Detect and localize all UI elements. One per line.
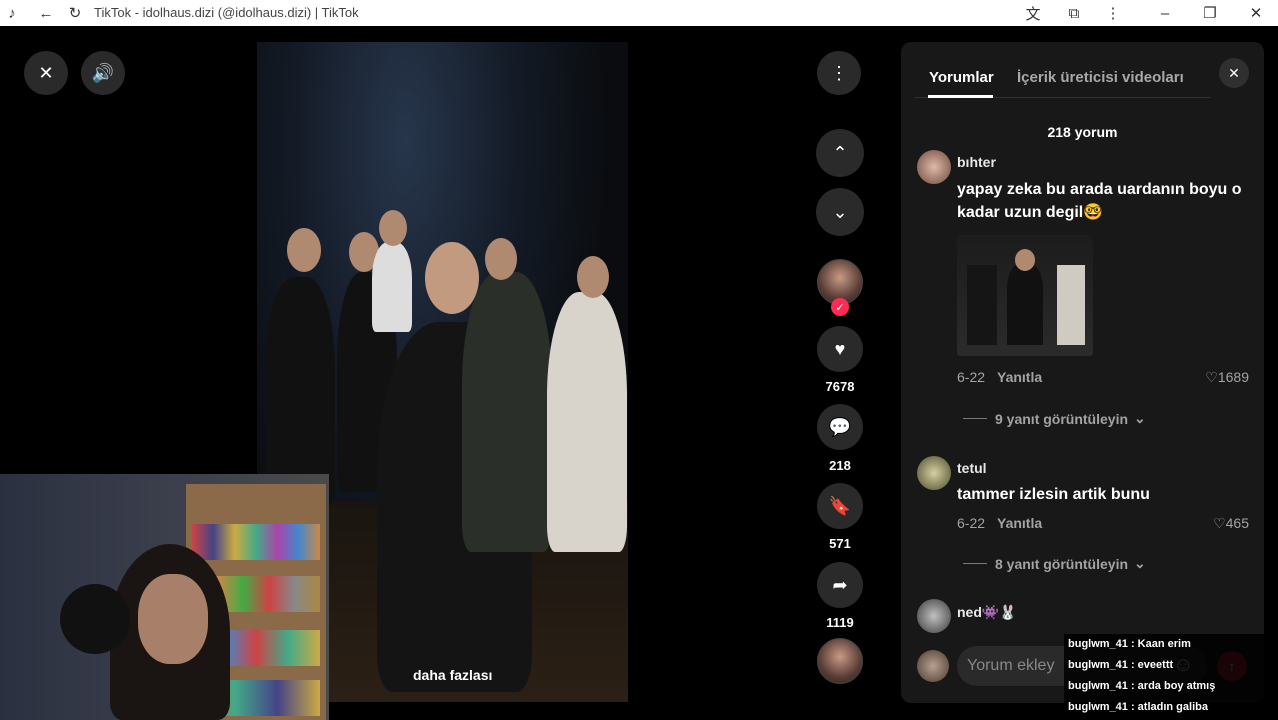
more-options-button[interactable]: ⋮ <box>817 51 861 95</box>
comment-image[interactable] <box>957 235 1093 356</box>
tab-creator-videos[interactable]: İçerik üreticisi videoları <box>1017 69 1184 86</box>
divider-line <box>963 563 987 564</box>
reply-button[interactable]: Yanıtla <box>997 515 1042 531</box>
webcam-overlay <box>0 474 329 720</box>
extensions-icon[interactable]: ⧉ <box>1064 3 1084 23</box>
comment-username[interactable]: ned👾🐰 <box>957 604 1017 621</box>
chat-message: buglwm_41 : eveettt <box>1068 659 1174 671</box>
video-person <box>547 292 627 552</box>
comment-avatar[interactable] <box>917 456 951 490</box>
video-head <box>425 242 479 314</box>
comment-date: 6-22 <box>957 369 986 385</box>
follow-check-icon[interactable]: ✓ <box>831 298 849 316</box>
comment-text: tammer izlesin artik bunu <box>957 486 1150 503</box>
save-count: 571 <box>829 536 851 551</box>
tiktok-logo-icon: ♪ <box>8 4 16 22</box>
comment-text: kadar uzun degil🤓 <box>957 204 1104 221</box>
share-count: 1119 <box>826 615 854 630</box>
view-replies-button[interactable]: 8 yanıt görüntüleyin ⌄ <box>963 555 1146 572</box>
comment-count-heading: 218 yorum <box>1047 124 1118 140</box>
comment-date: 6-22 <box>957 515 986 531</box>
comment-username[interactable]: bıhter <box>957 154 996 170</box>
comment-text: yapay zeka bu arada uardanın boyu o <box>957 181 1242 198</box>
back-arrow-icon[interactable]: ← <box>36 3 56 23</box>
comments-panel: Yorumlar İçerik üreticisi videoları ✕ 21… <box>901 42 1264 703</box>
close-panel-button[interactable]: ✕ <box>1219 58 1249 88</box>
video-head <box>577 256 609 298</box>
chat-message: buglwm_41 : atladın galiba <box>1068 701 1208 713</box>
previous-video-button[interactable]: ⌃ <box>816 129 864 177</box>
comment-username[interactable]: tetul <box>957 460 987 476</box>
video-person <box>265 277 335 507</box>
minimize-icon[interactable]: – <box>1155 3 1175 23</box>
reply-button[interactable]: Yanıtla <box>997 369 1042 385</box>
comment-avatar[interactable] <box>917 150 951 184</box>
close-video-button[interactable]: ✕ <box>24 51 68 95</box>
video-head <box>379 210 407 246</box>
microphone <box>60 584 130 654</box>
my-avatar <box>917 650 949 682</box>
view-replies-label: 9 yanıt görüntüleyin <box>995 410 1129 427</box>
stream-chat: buglwm_41 : Kaan erim buglwm_41 : eveett… <box>1064 634 1264 718</box>
like-number: 465 <box>1225 515 1249 531</box>
more-label[interactable]: daha fazlası <box>413 667 492 683</box>
like-number: 1689 <box>1217 369 1249 385</box>
video-head <box>287 228 321 272</box>
tab-comments[interactable]: Yorumlar <box>929 69 994 86</box>
comment-like-count[interactable]: ♡465 <box>1189 515 1249 532</box>
menu-dots-icon[interactable]: ⋮ <box>1103 3 1123 23</box>
view-replies-label: 8 yanıt görüntüleyin <box>995 555 1129 572</box>
video-person <box>462 272 552 552</box>
chevron-down-icon: ⌄ <box>1134 555 1146 571</box>
active-tab-indicator <box>928 95 993 98</box>
heart-outline-icon: ♡ <box>1213 515 1226 531</box>
comment-button[interactable]: 💬 <box>817 404 863 450</box>
divider-line <box>963 418 987 419</box>
chat-message: buglwm_41 : Kaan erim <box>1068 638 1191 650</box>
person-face <box>138 574 208 664</box>
video-head <box>485 238 517 280</box>
view-replies-button[interactable]: 9 yanıt görüntüleyin ⌄ <box>963 410 1146 427</box>
save-button[interactable]: 🔖 <box>817 483 863 529</box>
comment-avatar[interactable] <box>917 599 951 633</box>
share-button[interactable]: ➦ <box>817 562 863 608</box>
comment-input-placeholder: Yorum ekley <box>967 657 1055 674</box>
chat-message: buglwm_41 : arda boy atmış <box>1068 680 1216 692</box>
music-avatar[interactable] <box>817 638 863 684</box>
browser-titlebar: ♪ ← ↻ TikTok - idolhaus.dizi (@idolhaus.… <box>0 0 1278 26</box>
chevron-down-icon: ⌄ <box>1134 410 1146 426</box>
comment-count: 218 <box>829 458 851 473</box>
translate-icon[interactable]: 文 <box>1023 3 1043 23</box>
like-count: 7678 <box>825 379 855 394</box>
comment-like-count[interactable]: ♡1689 <box>1189 369 1249 386</box>
next-video-button[interactable]: ⌄ <box>816 188 864 236</box>
reload-icon[interactable]: ↻ <box>65 3 85 23</box>
like-button[interactable]: ♥ <box>817 326 863 372</box>
window-title: TikTok - idolhaus.dizi (@idolhaus.dizi) … <box>94 5 359 20</box>
heart-outline-icon: ♡ <box>1205 369 1218 385</box>
video-person <box>372 242 412 332</box>
volume-button[interactable]: 🔊 <box>81 51 125 95</box>
window-close-icon[interactable]: ✕ <box>1246 3 1266 23</box>
restore-icon[interactable]: ❐ <box>1200 3 1220 23</box>
